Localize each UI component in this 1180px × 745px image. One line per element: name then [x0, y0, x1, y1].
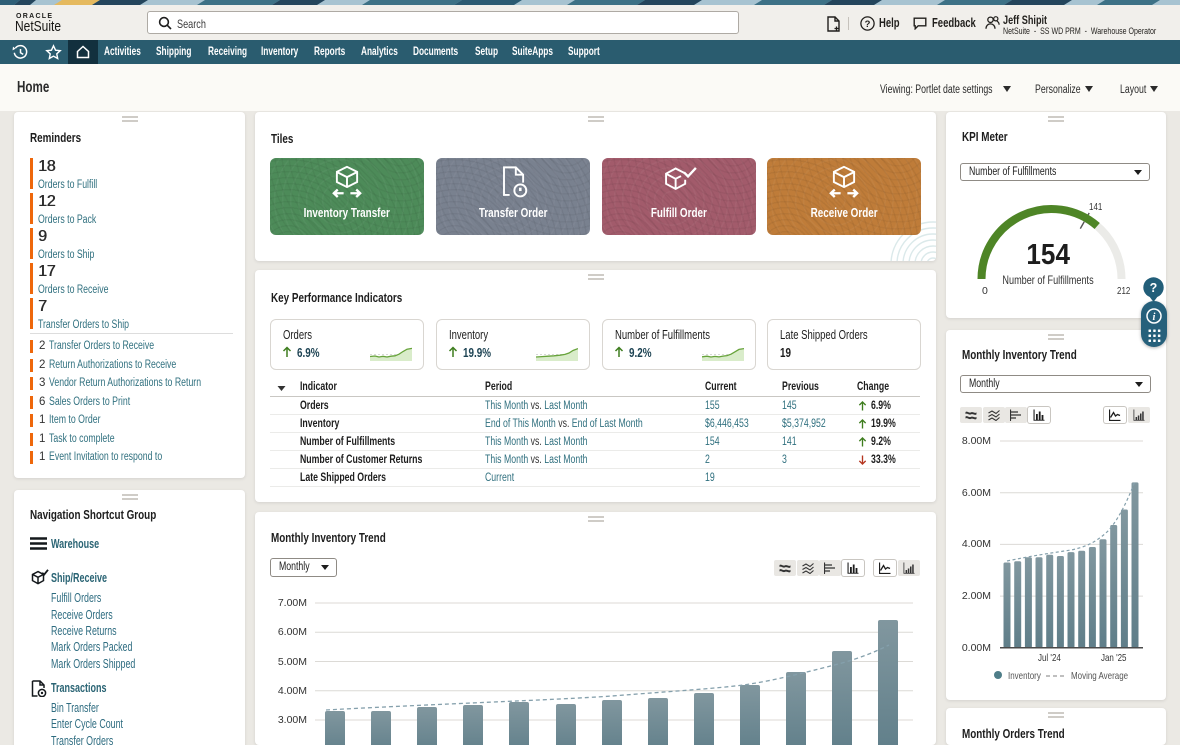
svg-text:?: ? [865, 19, 871, 30]
svg-text:i: i [1153, 312, 1156, 323]
svg-text:?: ? [1150, 281, 1158, 295]
